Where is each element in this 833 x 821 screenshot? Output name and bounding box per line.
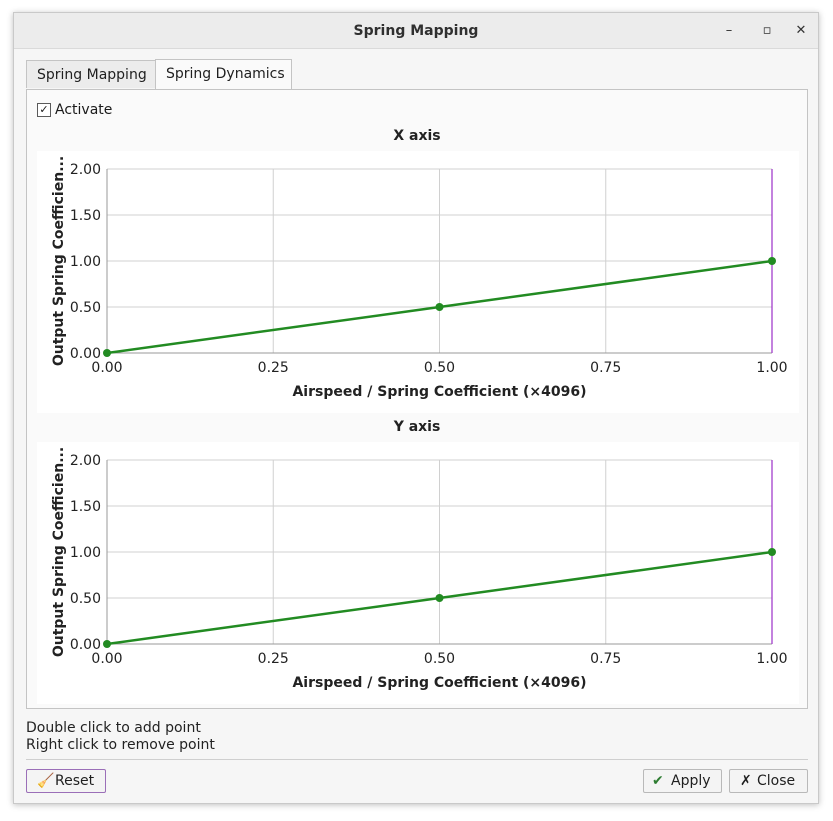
chart-y-axis[interactable]: 0.00 0.25 0.50 0.75 1.00 0.00 0.50 1.00 1.50 2.00… — [37, 442, 799, 704]
y-axis-label: Output Spring Coefficien... — [51, 156, 67, 366]
chart-x-axis[interactable]: 0.00 0.25 0.50 0.75 1.00 0.00 0.50 1.00 1.50 2.00… — [37, 151, 799, 413]
reset-button-label: Reset — [55, 773, 95, 789]
x-tick-label: 0.00 — [91, 651, 122, 667]
y-tick-label: 1.50 — [70, 208, 101, 224]
chart-x-axis-svg[interactable]: 0.00 0.25 0.50 0.75 1.00 0.00 0.50 1.00 1.50 2.00… — [37, 151, 799, 413]
control-point — [103, 349, 111, 357]
y-tick-label: 0.50 — [70, 591, 101, 607]
control-point — [768, 548, 776, 556]
control-point — [103, 640, 111, 648]
tab-spring-dynamics[interactable]: Spring Dynamics — [155, 59, 292, 89]
maximize-button[interactable]: ▫ — [758, 22, 776, 40]
control-point — [435, 303, 444, 311]
tab-spring-mapping[interactable]: Spring Mapping — [26, 60, 156, 88]
footer-divider — [26, 759, 808, 760]
activate-checkbox[interactable]: ✓ — [37, 103, 51, 117]
dialog-window: Spring Mapping – ▫ ✕ Spring Mapping Spri… — [13, 12, 819, 804]
y-tick-label: 2.00 — [70, 453, 101, 469]
x-tick-label: 1.00 — [756, 651, 787, 667]
x-tick-label: 0.00 — [91, 360, 122, 376]
chart-title-y-axis: Y axis — [393, 419, 441, 435]
y-tick-label: 0.00 — [70, 637, 101, 653]
x-tick-label: 0.50 — [424, 360, 455, 376]
chart-title-x-axis: X axis — [393, 128, 441, 144]
y-tick-label: 2.00 — [70, 162, 101, 178]
title-bar: Spring Mapping – ▫ ✕ — [14, 13, 818, 49]
close-button[interactable]: ✗ Close — [729, 769, 808, 793]
x-axis-label: Airspeed / Spring Coefficient (×4096) — [292, 384, 586, 400]
x-tick-label: 0.75 — [590, 360, 621, 376]
hint-add-point: Double click to add point — [26, 720, 201, 736]
y-tick-label: 1.00 — [70, 545, 101, 561]
x-tick-label: 0.50 — [424, 651, 455, 667]
window-close-button[interactable]: ✕ — [792, 22, 810, 40]
y-axis-label: Output Spring Coefficien... — [51, 447, 67, 657]
reset-button[interactable]: 🧹 Reset — [26, 769, 106, 793]
chart-y-axis-svg[interactable]: 0.00 0.25 0.50 0.75 1.00 0.00 0.50 1.00 1.50 2.00… — [37, 442, 799, 704]
x-tick-label: 0.25 — [258, 651, 289, 667]
control-point — [435, 594, 444, 602]
close-icon: ✗ — [740, 773, 752, 789]
close-button-label: Close — [757, 773, 796, 789]
apply-button-label: Apply — [671, 773, 711, 789]
apply-button[interactable]: ✔ Apply — [643, 769, 722, 793]
x-axis-label: Airspeed / Spring Coefficient (×4096) — [292, 675, 586, 691]
y-tick-label: 1.50 — [70, 499, 101, 515]
y-tick-label: 1.00 — [70, 254, 101, 270]
window-title: Spring Mapping — [353, 23, 479, 39]
checkmark-icon: ✔ — [652, 773, 664, 789]
y-tick-label: 0.50 — [70, 300, 101, 316]
hint-remove-point: Right click to remove point — [26, 737, 215, 753]
tab-panel: ✓ Activate X axis 0.00 0.25 0.50 0.75 1.00 0.… — [26, 89, 808, 709]
x-tick-label: 0.25 — [258, 360, 289, 376]
x-tick-label: 0.75 — [590, 651, 621, 667]
x-tick-label: 1.00 — [756, 360, 787, 376]
minimize-button[interactable]: – — [720, 22, 738, 40]
control-point — [768, 257, 776, 265]
activate-label[interactable]: Activate — [55, 102, 112, 118]
broom-icon: 🧹 — [37, 773, 55, 789]
y-tick-label: 0.00 — [70, 346, 101, 362]
